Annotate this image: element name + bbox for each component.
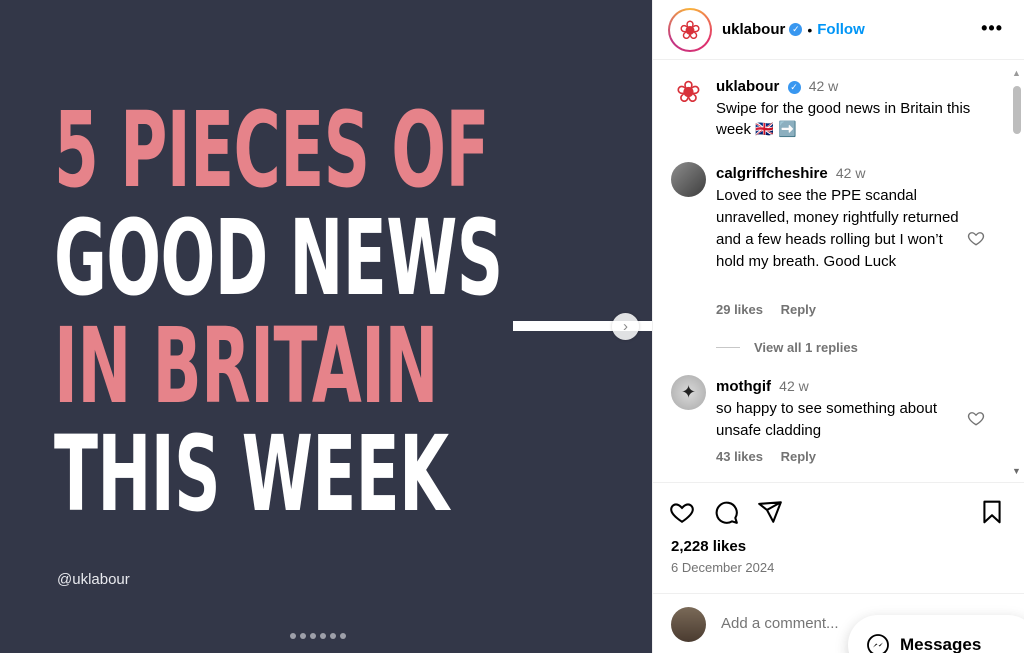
rose-logo-icon: ❀	[675, 75, 702, 109]
comment-time: 42 w	[835, 165, 866, 181]
bookmark-button[interactable]	[979, 499, 1005, 530]
avatar	[671, 607, 706, 642]
caption-text: Swipe for the good news in Britain this …	[716, 100, 971, 138]
image-handle: @uklabour	[57, 571, 130, 588]
post-headline: 5 PIECES OF GOOD NEWS IN BRITAIN THIS WE…	[54, 96, 503, 528]
next-slide-button[interactable]: ›	[612, 313, 639, 340]
comments-scrollbar[interactable]: ▲ ▼	[1012, 68, 1021, 478]
carousel-dot[interactable]	[290, 633, 296, 639]
likes-count[interactable]: 2,228 likes	[671, 538, 746, 555]
messenger-icon	[867, 634, 889, 653]
messages-button[interactable]: Messages	[848, 615, 1024, 653]
reply-button[interactable]: Reply	[781, 302, 816, 317]
comment-likes[interactable]: 43 likes	[716, 449, 763, 464]
avatar[interactable]: ❀	[671, 75, 706, 110]
share-icon[interactable]	[757, 499, 783, 525]
headline-line-2: GOOD NEWS	[54, 197, 503, 319]
verified-badge-icon: ✓	[787, 80, 801, 94]
heart-icon[interactable]	[967, 409, 985, 427]
heart-icon[interactable]	[967, 229, 985, 247]
moth-icon: ✦	[680, 382, 697, 402]
view-replies-button[interactable]: View all 1 replies	[716, 340, 858, 355]
comment-username[interactable]: calgriffcheshire	[716, 165, 828, 182]
carousel-dot[interactable]	[300, 633, 306, 639]
comments-list[interactable]: ❀ uklabour ✓ 42 w Swipe for the good new…	[653, 61, 1024, 481]
comment-time: 42 w	[779, 378, 809, 394]
headline-line-4: THIS WEEK	[54, 413, 449, 535]
avatar[interactable]: ✦	[671, 375, 706, 410]
carousel-dot[interactable]	[340, 633, 346, 639]
carousel-dot[interactable]	[310, 633, 316, 639]
comment-username[interactable]: mothgif	[716, 378, 771, 395]
post-image[interactable]: 5 PIECES OF GOOD NEWS IN BRITAIN THIS WE…	[0, 0, 652, 653]
caption-username[interactable]: uklabour	[716, 78, 779, 95]
headline-line-1: 5 PIECES OF	[54, 89, 490, 211]
scroll-down-icon[interactable]: ▼	[1012, 466, 1021, 476]
post-header: ❀ uklabour ✓ • Follow •••	[653, 0, 1024, 60]
more-icon[interactable]: •••	[981, 18, 1003, 39]
comment-text: Loved to see the PPE scandal unravelled,…	[716, 187, 959, 270]
bookmark-icon	[983, 500, 1001, 524]
reply-button[interactable]: Reply	[781, 449, 816, 464]
comment-likes[interactable]: 29 likes	[716, 302, 763, 317]
comment-icon[interactable]	[713, 499, 739, 525]
avatar[interactable]	[671, 162, 706, 197]
post-date: 6 December 2024	[671, 560, 775, 575]
carousel-dot[interactable]	[330, 633, 336, 639]
comment-text: so happy to see something about unsafe c…	[716, 400, 937, 439]
rose-logo-icon: ❀	[679, 14, 701, 45]
caption-time: 42 w	[808, 78, 839, 94]
scrollbar-thumb[interactable]	[1013, 86, 1021, 134]
follow-button[interactable]: Follow	[817, 21, 865, 38]
scroll-up-icon[interactable]: ▲	[1012, 68, 1021, 78]
messages-label: Messages	[900, 635, 982, 653]
replies-divider	[716, 347, 740, 348]
header-username[interactable]: uklabour	[722, 21, 785, 38]
view-replies-label: View all 1 replies	[754, 340, 858, 355]
avatar[interactable]: ❀	[668, 7, 712, 52]
post-side-panel: ❀ uklabour ✓ • Follow ••• ❀ uklabour ✓ 4…	[652, 0, 1024, 653]
header-separator: •	[807, 21, 813, 38]
carousel-dot[interactable]	[320, 633, 326, 639]
chevron-right-icon: ›	[623, 318, 628, 335]
headline-line-3: IN BRITAIN	[54, 305, 438, 427]
verified-badge-icon: ✓	[789, 23, 803, 36]
like-heart-icon[interactable]	[669, 499, 695, 525]
carousel-dots	[290, 633, 346, 639]
